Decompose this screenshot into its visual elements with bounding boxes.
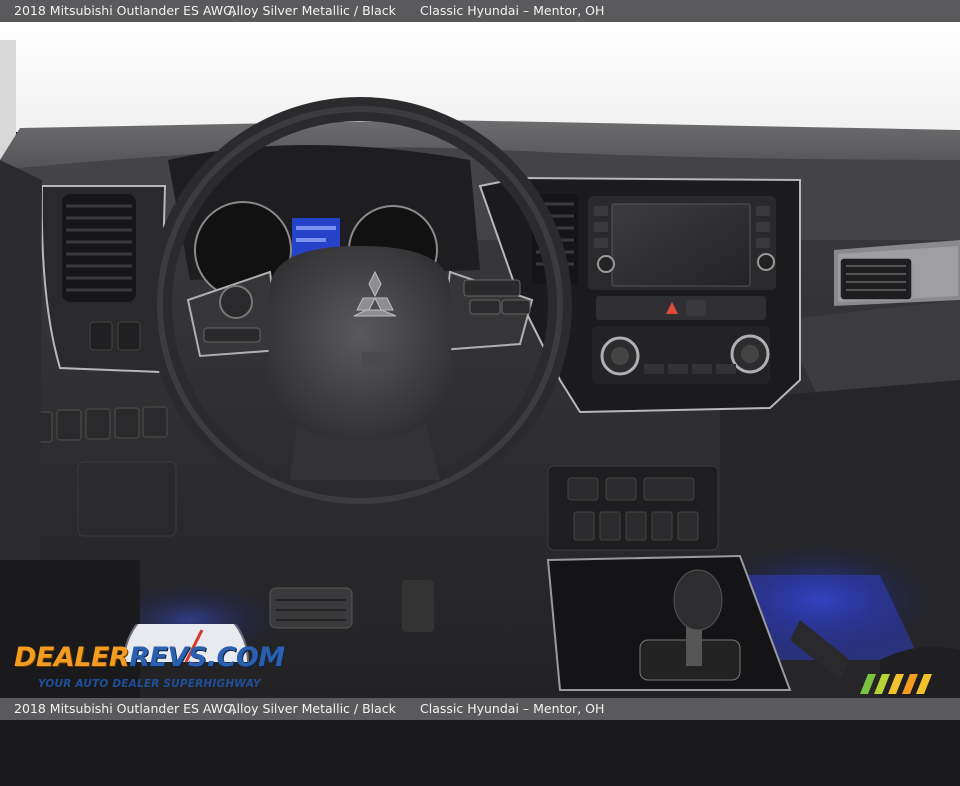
audio-control-icon xyxy=(219,285,253,319)
logo-tagline: YOUR AUTO DEALER SUPERHIGHWAY xyxy=(38,678,261,690)
vehicle-color: Alloy Silver Metallic / Black xyxy=(228,3,396,18)
gear-shifter xyxy=(673,569,723,631)
vehicle-title: 2018 Mitsubishi Outlander ES AWC, xyxy=(14,701,236,716)
vehicle-color: Alloy Silver Metallic / Black xyxy=(228,701,396,716)
brake-pedal xyxy=(269,587,353,629)
windshield xyxy=(0,22,960,132)
right-air-vent xyxy=(839,257,913,301)
dealer-name: Classic Hyundai – Mentor, OH xyxy=(420,701,605,716)
dashboard-photo xyxy=(0,22,960,698)
dealer-revs-logo: DEALERREVS.COM YOUR AUTO DEALER SUPERHIG… xyxy=(10,624,285,694)
bottom-caption-bar: 2018 Mitsubishi Outlander ES AWC, Alloy … xyxy=(0,698,960,720)
accelerator-pedal xyxy=(402,580,434,632)
cruise-control-icon xyxy=(463,279,521,297)
infotainment-screen xyxy=(611,203,751,287)
fuse-cover xyxy=(77,461,177,537)
airbag-hub xyxy=(268,246,452,440)
brand-stripes-icon xyxy=(860,674,932,694)
dealer-name: Classic Hyundai – Mentor, OH xyxy=(420,3,605,18)
logo-wordmark: DEALERREVS.COM xyxy=(14,642,285,673)
vehicle-title: 2018 Mitsubishi Outlander ES AWC, xyxy=(14,3,236,18)
top-caption-bar: 2018 Mitsubishi Outlander ES AWC, Alloy … xyxy=(0,0,960,22)
